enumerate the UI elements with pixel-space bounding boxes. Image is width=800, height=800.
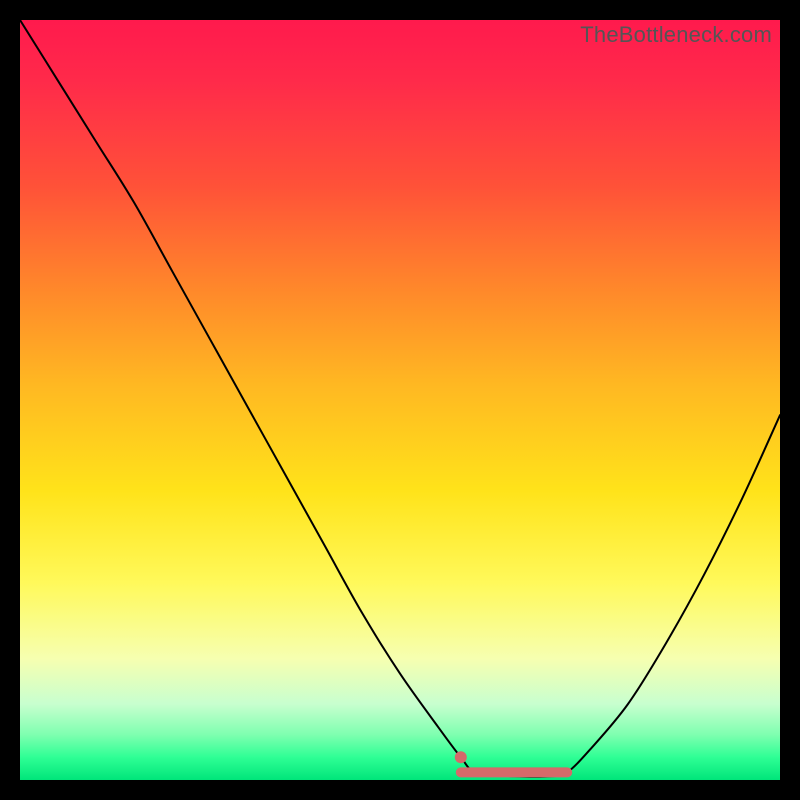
chart-frame: TheBottleneck.com [20, 20, 780, 780]
bottleneck-curve [20, 20, 780, 777]
bottleneck-curve-plot [20, 20, 780, 780]
optimal-start-marker-icon [455, 751, 467, 763]
